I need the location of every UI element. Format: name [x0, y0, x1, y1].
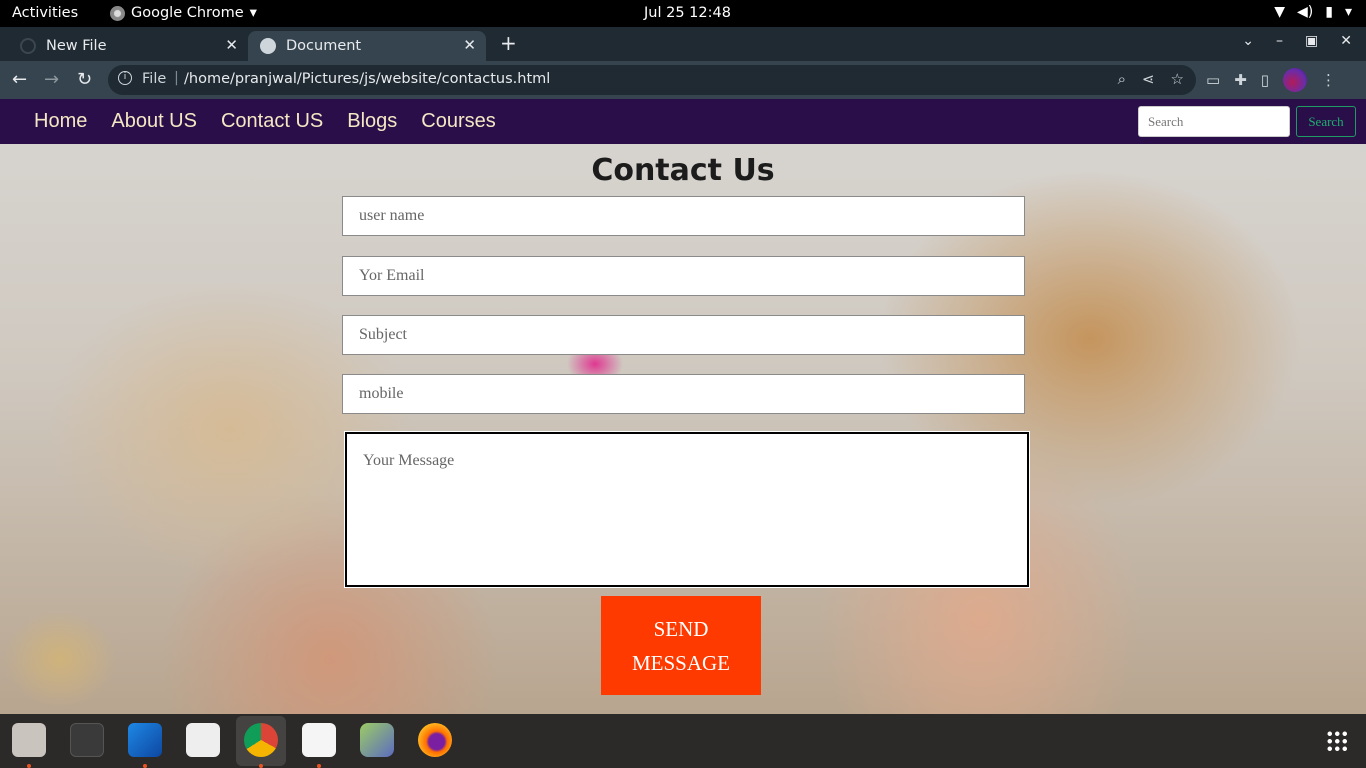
minimize-icon[interactable]: –: [1276, 33, 1283, 49]
clock[interactable]: Jul 25 12:48: [644, 5, 731, 21]
omnibox-actions: ⌕ ⋖ ☆: [1118, 70, 1184, 88]
chrome-app-icon: [110, 5, 125, 21]
address-bar[interactable]: i File | /home/pranjwal/Pictures/js/webs…: [108, 65, 1196, 95]
new-tab-plus-icon[interactable]: +: [500, 31, 517, 55]
side-panel-icon[interactable]: ▯: [1261, 71, 1269, 89]
taskbar-dock: [0, 714, 1366, 768]
reload-icon[interactable]: ↻: [77, 69, 92, 90]
show-applications-grid-icon[interactable]: [1326, 730, 1348, 752]
browser-toolbar: ← → ↻ i File | /home/pranjwal/Pictures/j…: [0, 61, 1366, 99]
kebab-menu-icon[interactable]: ⋮: [1321, 71, 1336, 89]
text-editor-icon[interactable]: [302, 723, 336, 757]
nav-link-about-us[interactable]: About US: [111, 110, 197, 133]
volume-icon: ◀): [1297, 4, 1314, 20]
email-field[interactable]: [342, 256, 1025, 296]
username-field[interactable]: [342, 196, 1025, 236]
globe-icon: [260, 38, 276, 54]
site-search-input[interactable]: [1138, 106, 1290, 137]
send-message-button[interactable]: SEND MESSAGE: [601, 596, 761, 695]
subject-field[interactable]: [342, 315, 1025, 355]
firefox-icon[interactable]: [418, 723, 452, 757]
tab-title: Document: [286, 38, 362, 54]
close-tab-icon[interactable]: ✕: [463, 36, 476, 54]
nav-link-courses[interactable]: Courses: [421, 110, 495, 133]
window-controls: ⌄ – ▣ ✕: [1242, 33, 1352, 49]
vscode-icon[interactable]: [128, 723, 162, 757]
running-indicator: [27, 764, 31, 768]
tab-search-chevron-icon[interactable]: ⌄: [1242, 33, 1254, 49]
page-content: Home About US Contact US Blogs Courses S…: [0, 99, 1366, 714]
share-icon[interactable]: ⋖: [1142, 70, 1155, 88]
extension-tile-icon[interactable]: ▭: [1206, 71, 1220, 89]
activities-button[interactable]: Activities: [12, 5, 78, 21]
nav-link-blogs[interactable]: Blogs: [347, 110, 397, 133]
maximize-icon[interactable]: ▣: [1305, 33, 1318, 49]
system-top-bar: Activities Google Chrome ▾ Jul 25 12:48 …: [0, 0, 1366, 27]
mobile-field[interactable]: [342, 374, 1025, 414]
running-indicator: [259, 764, 263, 768]
message-textarea[interactable]: [344, 431, 1030, 588]
profile-avatar[interactable]: [1283, 68, 1308, 92]
chrome-icon[interactable]: [244, 723, 278, 757]
caret-down-icon: ▾: [1344, 4, 1352, 20]
site-search-button[interactable]: Search: [1296, 106, 1356, 137]
wifi-icon: ▼: [1274, 4, 1286, 20]
extension-area: ▭ ✚ ▯ ⋮: [1206, 68, 1336, 92]
zoom-icon[interactable]: ⌕: [1118, 70, 1126, 88]
puzzle-extensions-icon[interactable]: ✚: [1234, 71, 1247, 89]
tab-document[interactable]: Document ✕: [248, 31, 486, 61]
running-indicator: [317, 764, 321, 768]
caret-down-icon: ▾: [249, 5, 257, 21]
nav-link-home[interactable]: Home: [34, 110, 87, 133]
back-arrow-icon[interactable]: ←: [12, 69, 27, 90]
info-icon[interactable]: i: [118, 71, 132, 85]
scheme-label: File: [142, 71, 167, 87]
document-viewer-icon[interactable]: [186, 723, 220, 757]
terminal-icon[interactable]: [70, 723, 104, 757]
system-tray[interactable]: ▼ ◀) ▮ ▾: [1274, 4, 1352, 20]
site-navbar: Home About US Contact US Blogs Courses S…: [0, 99, 1366, 144]
close-window-icon[interactable]: ✕: [1340, 33, 1352, 49]
tab-title: New File: [46, 38, 107, 54]
forward-arrow-icon[interactable]: →: [44, 69, 59, 90]
files-icon[interactable]: [12, 723, 46, 757]
tab-favicon-icon: [20, 38, 36, 54]
app-menu[interactable]: Google Chrome ▾: [110, 5, 257, 21]
bookmark-star-icon[interactable]: ☆: [1171, 70, 1184, 88]
app-menu-label: Google Chrome: [131, 5, 244, 21]
nav-links: Home About US Contact US Blogs Courses: [34, 110, 496, 133]
running-indicator: [143, 764, 147, 768]
tab-new-file[interactable]: New File ✕: [8, 31, 248, 61]
url-text[interactable]: /home/pranjwal/Pictures/js/website/conta…: [184, 71, 550, 87]
app-icon[interactable]: [360, 723, 394, 757]
nav-link-contact-us[interactable]: Contact US: [221, 110, 323, 133]
close-tab-icon[interactable]: ✕: [225, 36, 238, 54]
address-separator: |: [174, 70, 179, 86]
tab-strip: New File ✕ Document ✕: [0, 27, 1366, 61]
battery-icon: ▮: [1325, 4, 1333, 20]
page-title: Contact Us: [591, 153, 775, 188]
